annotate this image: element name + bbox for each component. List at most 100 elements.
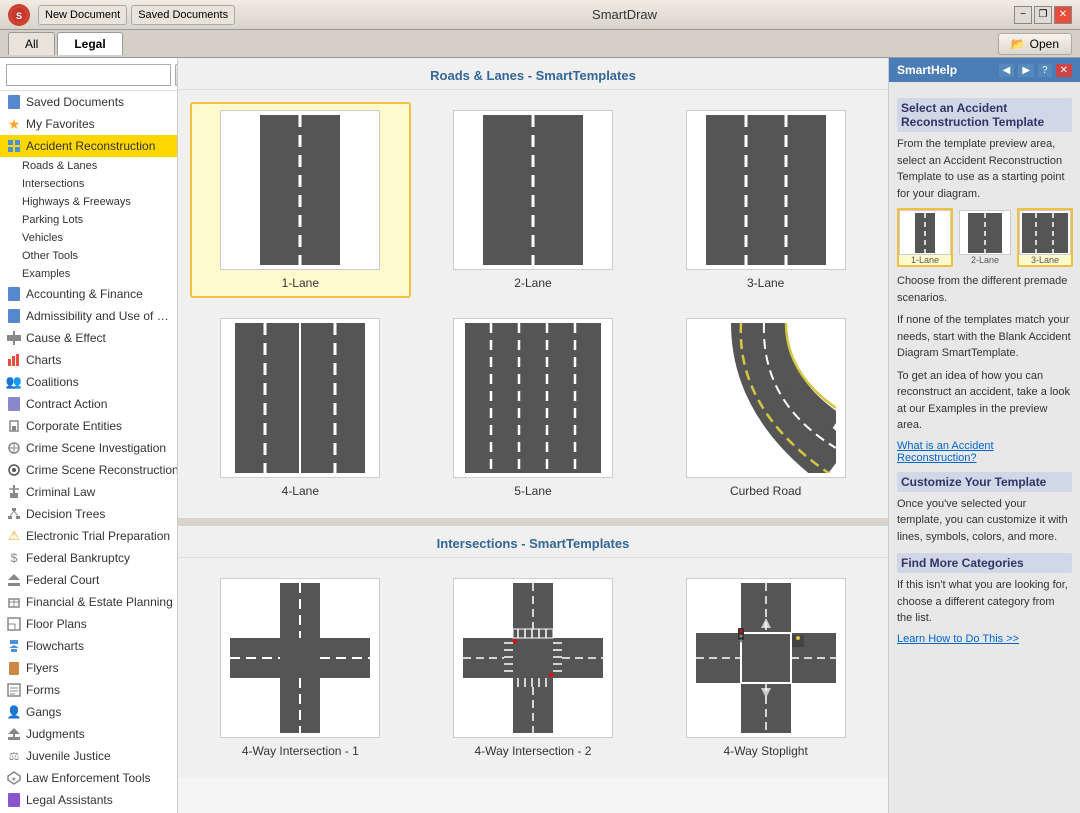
sidebar-item-crime-scene-investigation[interactable]: Crime Scene Investigation <box>0 437 177 459</box>
sidebar-item-roads-lanes[interactable]: Roads & Lanes <box>0 157 177 175</box>
sidebar-item-decision-trees[interactable]: Decision Trees <box>0 503 177 525</box>
federal-bankruptcy-icon: $ <box>6 550 22 566</box>
sidebar-item-vehicles[interactable]: Vehicles <box>0 229 177 247</box>
forms-icon <box>6 682 22 698</box>
financial-icon <box>6 594 22 610</box>
restore-button[interactable]: ❐ <box>1034 6 1052 24</box>
smarthelp-close[interactable]: ✕ <box>1056 64 1072 77</box>
gangs-icon: 👤 <box>6 704 22 720</box>
sidebar-item-saved-documents[interactable]: Saved Documents <box>0 91 177 113</box>
smarthelp-panel: SmartHelp ◀ ▶ ? ✕ Select an Accident Rec… <box>888 58 1080 813</box>
template-4way2[interactable]: 4-Way Intersection - 2 <box>423 570 644 766</box>
saved-documents-icon <box>6 94 22 110</box>
contract-icon <box>6 396 22 412</box>
search-input[interactable] <box>6 64 171 86</box>
sidebar-item-corporate-entities[interactable]: Corporate Entities <box>0 415 177 437</box>
smarthelp-help[interactable]: ? <box>1038 64 1052 77</box>
rp-preview-3lane-thumb <box>1019 210 1071 255</box>
svg-text:S: S <box>16 11 22 21</box>
sidebar-item-examples[interactable]: Examples <box>0 265 177 283</box>
sidebar-item-my-favorites[interactable]: ★ My Favorites <box>0 113 177 135</box>
sidebar-list: Saved Documents ★ My Favorites Accident … <box>0 91 177 813</box>
open-button[interactable]: 📂 Open <box>998 33 1072 55</box>
roads-lanes-section: Roads & Lanes - SmartTemplates 1-Lane <box>178 58 888 518</box>
template-1lane[interactable]: 1-Lane <box>190 102 411 298</box>
intersections-section: Intersections - SmartTemplates <box>178 526 888 778</box>
csi-icon <box>6 440 22 456</box>
sidebar-item-floor-plans[interactable]: Floor Plans <box>0 613 177 635</box>
saved-documents-tab[interactable]: Saved Documents <box>131 5 235 25</box>
rp-preview: 1-Lane 2-Lane 3-Lane <box>897 208 1072 267</box>
template-curvedroad[interactable]: Curbed Road <box>655 310 876 506</box>
flowcharts-icon <box>6 638 22 654</box>
electronic-trial-icon: ⚠ <box>6 528 22 544</box>
open-label: Open <box>1030 37 1059 51</box>
rp-section1-text: From the template preview area, select a… <box>897 136 1072 202</box>
rp-preview-3lane-label: 3-Lane <box>1019 255 1071 265</box>
csr-icon <box>6 462 22 478</box>
sidebar-item-forms[interactable]: Forms <box>0 679 177 701</box>
sidebar-item-intersections[interactable]: Intersections <box>0 175 177 193</box>
smarthelp-header: SmartHelp ◀ ▶ ? ✕ <box>889 58 1080 82</box>
sidebar-item-contract-action[interactable]: Contract Action <box>0 393 177 415</box>
sidebar-item-electronic-trial[interactable]: ⚠ Electronic Trial Preparation <box>0 525 177 547</box>
sidebar-item-flowcharts[interactable]: Flowcharts <box>0 635 177 657</box>
sidebar-item-parking-lots[interactable]: Parking Lots <box>0 211 177 229</box>
sidebar-item-coalitions[interactable]: 👥 Coalitions <box>0 371 177 393</box>
favorites-icon: ★ <box>6 116 22 132</box>
template-5lane-thumb <box>453 318 613 478</box>
sidebar-item-cause-effect[interactable]: Cause & Effect <box>0 327 177 349</box>
rp-preview-1lane[interactable]: 1-Lane <box>897 208 953 267</box>
sidebar-item-law-enforcement[interactable]: ★ Law Enforcement Tools <box>0 767 177 789</box>
template-4way1-label: 4-Way Intersection - 1 <box>242 744 359 758</box>
sidebar-item-federal-bankruptcy[interactable]: $ Federal Bankruptcy <box>0 547 177 569</box>
close-button[interactable]: ✕ <box>1054 6 1072 24</box>
rp-customize-text: Once you've selected your template, you … <box>897 496 1072 546</box>
new-document-tab[interactable]: New Document <box>38 5 127 25</box>
sidebar-item-highways[interactable]: Highways & Freeways <box>0 193 177 211</box>
template-2lane-label: 2-Lane <box>514 276 551 290</box>
open-icon: 📂 <box>1011 37 1026 51</box>
floor-plans-icon <box>6 616 22 632</box>
sidebar-item-federal-court[interactable]: Federal Court <box>0 569 177 591</box>
decision-trees-icon <box>6 506 22 522</box>
sidebar-item-criminal-law[interactable]: Criminal Law <box>0 481 177 503</box>
template-3lane[interactable]: 3-Lane <box>655 102 876 298</box>
svg-text:★: ★ <box>11 776 16 783</box>
sidebar-item-crime-scene-reconstruction[interactable]: Crime Scene Reconstruction <box>0 459 177 481</box>
template-2lane[interactable]: 2-Lane <box>423 102 644 298</box>
template-1lane-label: 1-Lane <box>282 276 319 290</box>
sidebar-item-legal-assistants[interactable]: Legal Assistants <box>0 789 177 811</box>
sidebar-item-accident-reconstruction[interactable]: Accident Reconstruction <box>0 135 177 157</box>
rp-link2[interactable]: Learn How to Do This >> <box>897 633 1072 645</box>
rp-preview-3lane[interactable]: 3-Lane <box>1017 208 1073 267</box>
sidebar-item-accounting[interactable]: Accounting & Finance <box>0 283 177 305</box>
federal-court-icon <box>6 572 22 588</box>
template-4waysignal[interactable]: 4-Way Stoplight <box>655 570 876 766</box>
template-5lane[interactable]: 5-Lane <box>423 310 644 506</box>
smarthelp-nav-fwd[interactable]: ▶ <box>1018 64 1034 77</box>
template-4way2-thumb <box>453 578 613 738</box>
sidebar-item-flyers[interactable]: Flyers <box>0 657 177 679</box>
rp-link1[interactable]: What is an Accident Reconstruction? <box>897 440 1072 464</box>
roads-lanes-title: Roads & Lanes - SmartTemplates <box>178 58 888 90</box>
sidebar-item-other-tools[interactable]: Other Tools <box>0 247 177 265</box>
sidebar-item-judgments[interactable]: Judgments <box>0 723 177 745</box>
sidebar-item-juvenile-justice[interactable]: ⚖ Juvenile Justice <box>0 745 177 767</box>
rp-preview-2lane[interactable]: 2-Lane <box>957 208 1013 267</box>
template-4way1-thumb <box>220 578 380 738</box>
template-4lane[interactable]: 4-Lane <box>190 310 411 506</box>
template-4way1[interactable]: 4-Way Intersection - 1 <box>190 570 411 766</box>
tab-legal[interactable]: Legal <box>57 32 122 55</box>
sidebar-item-charts[interactable]: Charts <box>0 349 177 371</box>
flyers-icon <box>6 660 22 676</box>
sidebar-item-admissibility[interactable]: Admissibility and Use of Evider <box>0 305 177 327</box>
sidebar-item-financial-estate[interactable]: Financial & Estate Planning <box>0 591 177 613</box>
smarthelp-nav-back[interactable]: ◀ <box>999 64 1015 77</box>
accident-icon <box>6 138 22 154</box>
juvenile-icon: ⚖ <box>6 748 22 764</box>
legal-assistants-icon <box>6 792 22 808</box>
tab-all[interactable]: All <box>8 32 55 55</box>
sidebar-item-gangs[interactable]: 👤 Gangs <box>0 701 177 723</box>
minimize-button[interactable]: − <box>1014 6 1032 24</box>
